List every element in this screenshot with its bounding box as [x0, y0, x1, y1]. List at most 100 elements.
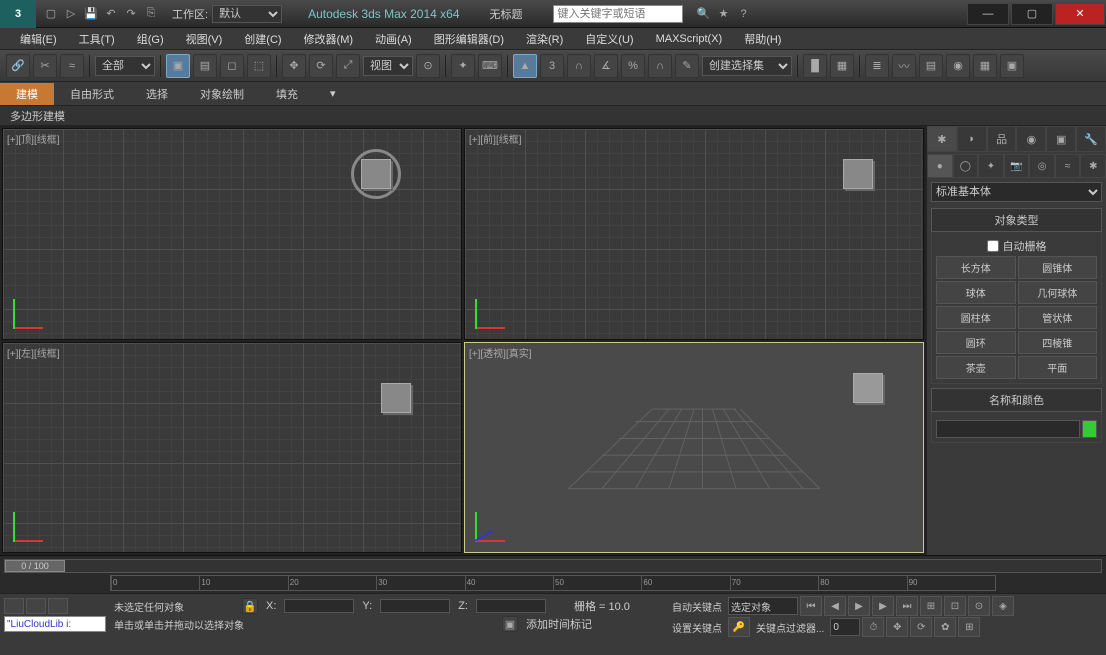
sel-obj-input[interactable]: [728, 597, 798, 615]
systems-subtab[interactable]: ✱: [1080, 154, 1106, 178]
search-input[interactable]: [553, 5, 683, 23]
lock-icon[interactable]: 🔒: [242, 598, 258, 614]
cameras-subtab[interactable]: 📷: [1004, 154, 1030, 178]
open-icon[interactable]: ▷: [62, 5, 80, 23]
create-长方体[interactable]: 长方体: [936, 256, 1016, 279]
color-swatch[interactable]: [1082, 420, 1097, 438]
rotate-tool[interactable]: ⟳: [309, 54, 333, 78]
percent-tool[interactable]: %: [621, 54, 645, 78]
create-圆环[interactable]: 圆环: [936, 331, 1016, 354]
ribbon-tab[interactable]: 对象绘制: [184, 83, 260, 105]
nav6[interactable]: ⟳: [910, 617, 932, 637]
help-icon[interactable]: ?: [735, 5, 753, 23]
menu-创建(C)[interactable]: 创建(C): [234, 29, 291, 49]
curve-editor-tool[interactable]: 〰: [892, 54, 916, 78]
spinner-snap[interactable]: ∡: [594, 54, 618, 78]
rollout-objtype[interactable]: 对象类型: [931, 208, 1102, 232]
menu-组(G)[interactable]: 组(G): [127, 29, 174, 49]
menu-自定义(U)[interactable]: 自定义(U): [575, 29, 643, 49]
close-button[interactable]: ✕: [1055, 3, 1105, 25]
track-ruler[interactable]: 0102030405060708090100: [110, 575, 996, 591]
goto-start[interactable]: ⏮: [800, 596, 822, 616]
favorite-icon[interactable]: ★: [715, 5, 733, 23]
menu-修改器(M)[interactable]: 修改器(M): [294, 29, 364, 49]
x-coord[interactable]: [284, 599, 354, 613]
mirror-tool[interactable]: ▐▌: [803, 54, 827, 78]
next-frame[interactable]: ▶: [872, 596, 894, 616]
utilities-tab[interactable]: 🔧: [1076, 126, 1106, 152]
create-球体[interactable]: 球体: [936, 281, 1016, 304]
menu-图形编辑器(D)[interactable]: 图形编辑器(D): [424, 29, 514, 49]
save-icon[interactable]: 💾: [82, 5, 100, 23]
render-setup-tool[interactable]: ▦: [973, 54, 997, 78]
menu-编辑(E)[interactable]: 编辑(E): [10, 29, 67, 49]
ribbon-dropdown-icon[interactable]: ▾: [314, 84, 352, 103]
pivot-tool[interactable]: ⊙: [416, 54, 440, 78]
rect-select-tool[interactable]: ◻: [220, 54, 244, 78]
create-平面[interactable]: 平面: [1018, 356, 1098, 379]
frame-input[interactable]: [830, 618, 860, 636]
binoculars-icon[interactable]: 🔍: [695, 5, 713, 23]
menu-帮助(H)[interactable]: 帮助(H): [734, 29, 791, 49]
nav2[interactable]: ⊡: [944, 596, 966, 616]
material-tool[interactable]: ◉: [946, 54, 970, 78]
named-sel-set[interactable]: 创建选择集: [702, 56, 792, 76]
snap-toggle[interactable]: ▲: [513, 54, 537, 78]
unlink-tool[interactable]: ✂: [33, 54, 57, 78]
play[interactable]: ▶: [848, 596, 870, 616]
autogrid-checkbox[interactable]: [987, 240, 999, 252]
y-coord[interactable]: [380, 599, 450, 613]
shapes-subtab[interactable]: ◯: [953, 154, 979, 178]
spacewarps-subtab[interactable]: ≈: [1055, 154, 1081, 178]
z-coord[interactable]: [476, 599, 546, 613]
helpers-subtab[interactable]: ◎: [1029, 154, 1055, 178]
percent-snap[interactable]: ∩: [567, 54, 591, 78]
time-thumb[interactable]: 0 / 100: [5, 560, 65, 572]
nav7[interactable]: ✿: [934, 617, 956, 637]
mini-icon[interactable]: [4, 598, 24, 614]
menu-MAXScript(X)[interactable]: MAXScript(X): [646, 31, 733, 47]
maximize-button[interactable]: ▢: [1011, 3, 1053, 25]
selection-filter[interactable]: 全部: [95, 56, 155, 76]
geometry-subtab[interactable]: ●: [927, 154, 953, 178]
magnet-tool[interactable]: ∩: [648, 54, 672, 78]
select-tool[interactable]: ▣: [166, 54, 190, 78]
new-icon[interactable]: ▢: [42, 5, 60, 23]
ribbon-tab[interactable]: 选择: [130, 83, 184, 105]
menu-视图(V)[interactable]: 视图(V): [176, 29, 233, 49]
select-name-tool[interactable]: ▤: [193, 54, 217, 78]
time-slider[interactable]: 0 / 100: [4, 559, 1102, 573]
viewport-front[interactable]: [+][前][线框]: [464, 128, 924, 340]
nav5[interactable]: ✥: [886, 617, 908, 637]
nav4[interactable]: ◈: [992, 596, 1014, 616]
script-listener[interactable]: [4, 616, 106, 632]
menu-渲染(R)[interactable]: 渲染(R): [516, 29, 573, 49]
create-圆柱体[interactable]: 圆柱体: [936, 306, 1016, 329]
mini-icon[interactable]: [48, 598, 68, 614]
ref-coord[interactable]: 视图: [363, 56, 413, 76]
create-四棱锥[interactable]: 四棱锥: [1018, 331, 1098, 354]
schematic-tool[interactable]: ▤: [919, 54, 943, 78]
keyboard-tool[interactable]: ⌨: [478, 54, 502, 78]
align-tool[interactable]: ▦: [830, 54, 854, 78]
modify-tab[interactable]: ◗: [957, 126, 987, 152]
ribbon-tab[interactable]: 填充: [260, 83, 314, 105]
create-tab[interactable]: ✱: [927, 126, 957, 152]
create-圆锥体[interactable]: 圆锥体: [1018, 256, 1098, 279]
marker-icon[interactable]: ▣: [502, 616, 518, 632]
viewport-perspective[interactable]: [+][透视][真实]: [464, 342, 924, 554]
create-几何球体[interactable]: 几何球体: [1018, 281, 1098, 304]
link-tool[interactable]: 🔗: [6, 54, 30, 78]
layers-tool[interactable]: ≣: [865, 54, 889, 78]
viewport-top[interactable]: [+][顶][线框]: [2, 128, 462, 340]
viewport-left[interactable]: [+][左][线框]: [2, 342, 462, 554]
category-dropdown[interactable]: 标准基本体: [931, 182, 1102, 202]
prev-frame[interactable]: ◀: [824, 596, 846, 616]
nav3[interactable]: ⊙: [968, 596, 990, 616]
ribbon-sub[interactable]: 多边形建模: [0, 106, 1106, 126]
display-tab[interactable]: ▣: [1046, 126, 1076, 152]
angle-snap[interactable]: 3: [540, 54, 564, 78]
manipulate-tool[interactable]: ✦: [451, 54, 475, 78]
menu-动画(A)[interactable]: 动画(A): [365, 29, 422, 49]
ribbon-tab[interactable]: 自由形式: [54, 83, 130, 105]
